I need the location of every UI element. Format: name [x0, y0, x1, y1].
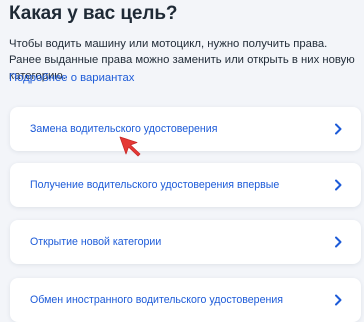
goal-selection-page: Какая у вас цель? Чтобы водить машину ил…: [0, 0, 364, 322]
more-about-options-link[interactable]: Подробнее о вариантах: [9, 72, 134, 84]
option-label: Обмен иностранного водительского удостов…: [30, 294, 283, 306]
option-card-new-category[interactable]: Открытие новой категории: [10, 220, 361, 264]
chevron-right-icon: [335, 123, 342, 135]
option-label: Замена водительского удостоверения: [30, 123, 218, 135]
option-label: Получение водительского удостоверения вп…: [30, 179, 280, 191]
chevron-right-icon: [335, 294, 342, 306]
option-card-foreign-exchange[interactable]: Обмен иностранного водительского удостов…: [10, 278, 361, 322]
option-label: Открытие новой категории: [30, 236, 162, 248]
page-title: Какая у вас цель?: [9, 3, 178, 24]
chevron-right-icon: [335, 179, 342, 191]
option-card-replacement[interactable]: Замена водительского удостоверения: [10, 107, 361, 151]
option-card-first-license[interactable]: Получение водительского удостоверения вп…: [10, 163, 361, 207]
chevron-right-icon: [335, 236, 342, 248]
